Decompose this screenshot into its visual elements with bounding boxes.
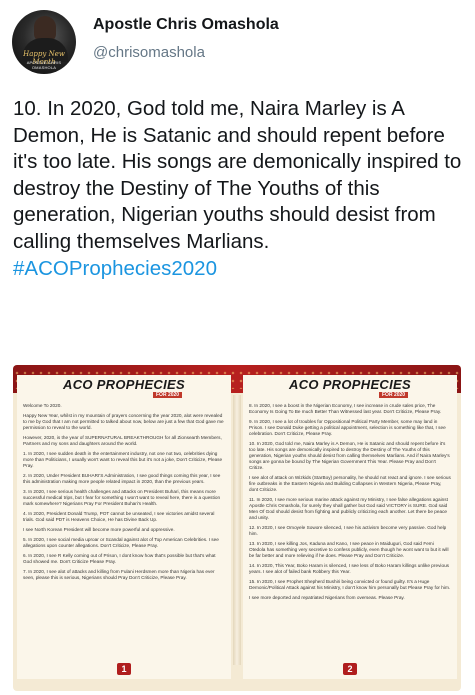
page-number: 2	[343, 663, 357, 675]
paragraph: 3. In 2020, I see serious health challen…	[23, 489, 221, 506]
page-number: 1	[117, 663, 131, 675]
tweet-text: 10. In 2020, God told me, Naira Marley i…	[13, 97, 462, 253]
page-title: ACO PROPHECIES	[289, 377, 411, 392]
paragraph: 9. In 2020, I see a lot of troubles for …	[249, 419, 446, 436]
tweet-image[interactable]: ACO PROPHECIES FOR 2020 Welcome To 2020.…	[13, 365, 461, 691]
page-badge: FOR 2020	[379, 392, 409, 398]
paragraph: 4. In 2020, President Donald Trump, POT …	[23, 511, 215, 522]
hashtag-link[interactable]: #ACOProphecies2020	[13, 257, 217, 280]
paragraph: I see more deported and repatriated Nige…	[249, 595, 405, 600]
paragraph: 11. In 2020, I see more serious marine a…	[249, 497, 448, 520]
paragraph: I see North Korean President will become…	[23, 527, 175, 532]
display-name[interactable]: Apostle Chris Omashola	[93, 16, 279, 34]
paragraph: 6. In 2020, I see R Kelly coming out of …	[23, 553, 216, 564]
paragraph: 7. In 2020, I see alot of attacks and ki…	[23, 569, 215, 580]
paragraph: However, 2020, is the year of SUPERNATUR…	[23, 435, 222, 446]
paragraph: 1. In 2020, I see sudden death in the en…	[23, 451, 223, 468]
user-handle[interactable]: @chrisomashola	[93, 44, 205, 61]
paragraph: 15. In 2020, I see Prophet Shepherd Bush…	[249, 579, 451, 590]
paragraph: 10. In 2020, God told me, Naira Marley i…	[249, 441, 450, 470]
avatar-subcaption: APOSTLE CHRIS OMASHOLA	[26, 60, 62, 70]
paragraph: I see alot of attack on Wizkids (StarBoy…	[249, 475, 451, 492]
paragraph: Welcome To 2020.	[23, 403, 62, 408]
paragraph: Happy New Year, whilst in my mountain of…	[23, 413, 224, 430]
prophecy-page-2: ACO PROPHECIES FOR 2020 8. In 2020, I se…	[243, 375, 457, 679]
page-text: 8. In 2020, I see a boost in the Nigeria…	[249, 403, 451, 663]
tweet-header: Happy New Month APOSTLE CHRIS OMASHOLA A…	[0, 0, 475, 90]
page-divider	[233, 395, 241, 665]
paragraph: 5. In 2020, I see social media uproar or…	[23, 537, 219, 548]
paragraph: 13. In 2020, I see killing Jos, Kaduna a…	[249, 541, 449, 558]
avatar[interactable]: Happy New Month APOSTLE CHRIS OMASHOLA	[12, 10, 76, 74]
paragraph: 8. In 2020, I see a boost in the Nigeria…	[249, 403, 442, 414]
paragraph: 2. In 2020, Under President BUHARI'S Adm…	[23, 473, 221, 484]
paragraph: 14. In 2020, This Year, Boko Haram is si…	[249, 563, 450, 574]
tweet-text-block: 10. In 2020, God told me, Naira Marley i…	[13, 96, 469, 282]
page-badge: FOR 2020	[153, 392, 183, 398]
prophecy-page-1: ACO PROPHECIES FOR 2020 Welcome To 2020.…	[17, 375, 231, 679]
page-title: ACO PROPHECIES	[63, 377, 185, 392]
paragraph: 12. In 2020, I see Omoyele Sowore silenc…	[249, 525, 447, 536]
page-text: Welcome To 2020. Happy New Year, whilst …	[23, 403, 225, 663]
